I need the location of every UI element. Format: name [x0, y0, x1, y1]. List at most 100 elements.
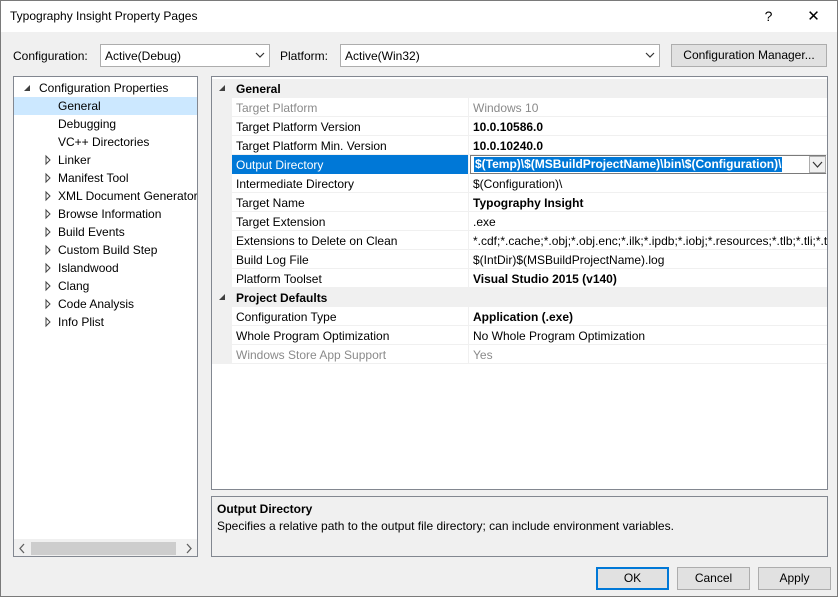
expand-triangle-icon[interactable] [43, 151, 53, 169]
tree-item-code-analysis[interactable]: Code Analysis [14, 295, 197, 313]
description-text: Specifies a relative path to the output … [217, 519, 674, 533]
expand-triangle-icon[interactable] [43, 313, 53, 331]
chevron-down-icon [255, 52, 265, 58]
tree-item-label: Build Events [58, 225, 125, 239]
property-name: Build Log File [236, 253, 309, 267]
property-row[interactable]: Target Name Typography Insight [212, 193, 827, 212]
property-pages-dialog: Typography Insight Property Pages ? ✕ Co… [0, 0, 838, 597]
expand-triangle-icon[interactable] [43, 205, 53, 223]
tree-item-general[interactable]: General [14, 97, 197, 115]
expand-triangle-icon[interactable] [43, 277, 53, 295]
row-gutter [212, 326, 232, 345]
horizontal-scrollbar[interactable] [14, 539, 197, 556]
category-label: Project Defaults [236, 291, 328, 305]
tree-item-vc-directories[interactable]: VC++ Directories [14, 133, 197, 151]
tree-item-linker[interactable]: Linker [14, 151, 197, 169]
property-row[interactable]: Build Log File $(IntDir)$(MSBuildProjectN… [212, 250, 827, 269]
expand-triangle-icon[interactable] [43, 241, 53, 259]
collapse-triangle-icon[interactable] [22, 79, 32, 97]
tree-item-islandwood[interactable]: Islandwood [14, 259, 197, 277]
row-gutter [212, 345, 232, 364]
property-row[interactable]: Target Platform Version 10.0.10586.0 [212, 117, 827, 136]
tree-item-label: Info Plist [58, 315, 105, 329]
close-button[interactable]: ✕ [791, 1, 836, 32]
expand-triangle-icon[interactable] [43, 187, 53, 205]
value-dropdown-button[interactable] [809, 156, 826, 173]
property-row[interactable]: Extensions to Delete on Clean *.cdf;*.cac… [212, 231, 827, 250]
tree-item-browse-information[interactable]: Browse Information [14, 205, 197, 223]
property-value: Visual Studio 2015 (v140) [473, 272, 617, 286]
column-separator[interactable] [468, 250, 469, 269]
tree-item-label: Code Analysis [58, 297, 135, 311]
help-button[interactable]: ? [746, 1, 791, 32]
expand-triangle-icon[interactable] [43, 259, 53, 277]
tree-item-configuration-properties[interactable]: Configuration Properties [14, 79, 197, 97]
ok-button[interactable]: OK [596, 567, 669, 590]
property-row[interactable]: Configuration Type Application (.exe) [212, 307, 827, 326]
column-separator[interactable] [468, 345, 469, 364]
tree-item-label: XML Document Generator [58, 189, 198, 203]
property-name: Platform Toolset [236, 272, 322, 286]
property-value: Application (.exe) [473, 310, 574, 324]
category-project-defaults[interactable]: Project Defaults [212, 288, 827, 307]
column-separator[interactable] [468, 269, 469, 288]
row-gutter [212, 250, 232, 269]
expand-triangle-icon[interactable] [43, 295, 53, 313]
property-value: Yes [473, 348, 493, 362]
column-separator[interactable] [468, 136, 469, 155]
column-separator[interactable] [468, 98, 469, 117]
tree-item-manifest-tool[interactable]: Manifest Tool [14, 169, 197, 187]
property-row[interactable]: Target Platform Min. Version 10.0.10240.0 [212, 136, 827, 155]
property-row[interactable]: Windows Store App Support Yes [212, 345, 827, 364]
output-directory-input[interactable]: $(Temp)\$(MSBuildProjectName)\bin\$(Conf… [470, 155, 826, 174]
category-general[interactable]: General [212, 79, 827, 98]
property-row[interactable]: Target Platform Windows 10 [212, 98, 827, 117]
property-value: Windows 10 [473, 101, 539, 115]
configuration-dropdown[interactable]: Active(Debug) [100, 44, 270, 67]
expand-triangle-icon[interactable] [43, 223, 53, 241]
property-value: 10.0.10586.0 [473, 120, 544, 134]
configuration-label: Configuration: [13, 49, 88, 63]
column-separator[interactable] [468, 117, 469, 136]
property-name: Windows Store App Support [236, 348, 387, 362]
row-gutter [212, 155, 232, 174]
collapse-triangle-icon[interactable] [217, 83, 227, 93]
column-separator[interactable] [468, 212, 469, 231]
column-separator[interactable] [468, 307, 469, 326]
scrollbar-thumb[interactable] [31, 542, 176, 555]
column-separator[interactable] [468, 155, 469, 174]
property-name: Target Platform Min. Version [236, 139, 387, 153]
tree-root-label: Configuration Properties [39, 81, 169, 95]
property-value: *.cdf;*.cache;*.obj;*.obj.enc;*.ilk;*.ip… [473, 234, 827, 248]
property-name: Target Platform Version [236, 120, 361, 134]
property-row[interactable]: Platform Toolset Visual Studio 2015 (v140… [212, 269, 827, 288]
collapse-triangle-icon[interactable] [217, 292, 227, 302]
tree-item-debugging[interactable]: Debugging [14, 115, 197, 133]
cancel-button[interactable]: Cancel [677, 567, 750, 590]
tree-item-custom-build-step[interactable]: Custom Build Step [14, 241, 197, 259]
tree-item-info-plist[interactable]: Info Plist [14, 313, 197, 331]
column-separator[interactable] [468, 193, 469, 212]
property-row[interactable]: Intermediate Directory $(Configuration)\ [212, 174, 827, 193]
chevron-down-icon [812, 161, 823, 168]
column-separator[interactable] [468, 231, 469, 250]
scroll-left-icon[interactable] [14, 540, 31, 557]
row-gutter [212, 193, 232, 212]
tree-item-build-events[interactable]: Build Events [14, 223, 197, 241]
description-panel: Output Directory Specifies a relative pa… [211, 496, 828, 557]
property-row[interactable]: Target Extension .exe [212, 212, 827, 231]
column-separator[interactable] [468, 174, 469, 193]
platform-dropdown[interactable]: Active(Win32) [340, 44, 660, 67]
tree-item-xml-document-generator[interactable]: XML Document Generator [14, 187, 197, 205]
tree-item-label: Islandwood [58, 261, 119, 275]
apply-button[interactable]: Apply [758, 567, 831, 590]
expand-triangle-icon[interactable] [43, 169, 53, 187]
property-row[interactable]: Output Directory $(Temp)\$(MSBuildProject… [212, 155, 827, 174]
column-separator[interactable] [468, 326, 469, 345]
title-bar: Typography Insight Property Pages ? ✕ [1, 1, 837, 32]
tree-item-clang[interactable]: Clang [14, 277, 197, 295]
property-row[interactable]: Whole Program Optimization No Whole Progr… [212, 326, 827, 345]
configuration-value: Active(Debug) [105, 49, 182, 63]
configuration-manager-button[interactable]: Configuration Manager... [671, 44, 827, 67]
scroll-right-icon[interactable] [180, 540, 197, 557]
